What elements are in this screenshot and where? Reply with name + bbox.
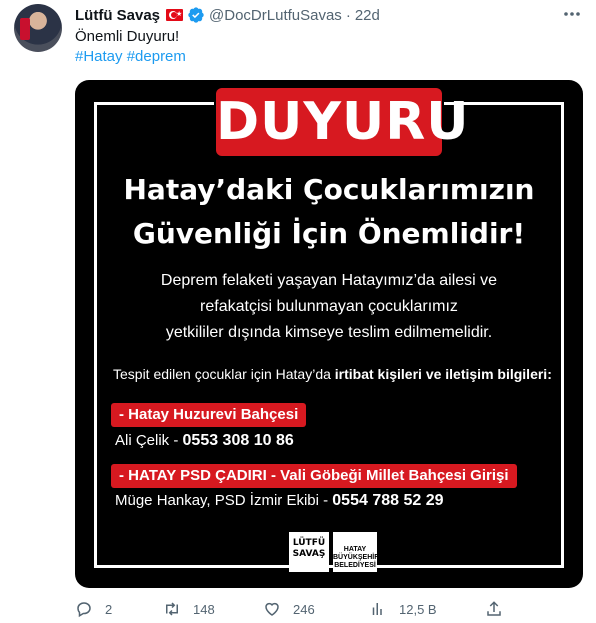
timestamp[interactable]: 22d: [355, 7, 380, 24]
like-button[interactable]: 246: [263, 600, 315, 618]
view-count: 12,5 B: [399, 601, 437, 617]
retweet-count: 148: [193, 601, 215, 617]
verified-badge-icon: [188, 7, 204, 23]
contact-intro: Tespit edilen çocuklar için Hatay’da irt…: [113, 366, 552, 382]
like-count: 246: [293, 601, 315, 617]
action-bar: 2 148 246 12,5 B: [75, 598, 505, 620]
tweet-body: Önemli Duyuru!: [75, 28, 180, 45]
paragraph-line-2: refakatçisi bulunmayan çocuklarımız: [200, 298, 458, 315]
location-2-label: - HATAY PSD ÇADIRI - Vali Göbeği Millet …: [111, 464, 517, 488]
hatay-municipality-logo: HATAY BÜYÜKŞEHİR BELEDİYESİ: [333, 532, 379, 572]
views-icon: [372, 603, 382, 615]
tweet-image[interactable]: DUYURU Hatay’daki Çocuklarımızın Güvenli…: [75, 80, 583, 588]
hashtags[interactable]: #Hatay #deprem: [75, 47, 186, 67]
announcement-banner: DUYURU: [216, 88, 469, 156]
avatar[interactable]: [14, 4, 62, 52]
author-name[interactable]: Lütfü Savaş: [75, 7, 160, 24]
heart-icon: [265, 602, 279, 616]
heading-line-2: Güvenliği İçin Önemlidir!: [132, 217, 526, 250]
turkey-flag-icon: ★: [166, 9, 184, 21]
contact-1: Ali Çelik - 0553 308 10 86: [115, 432, 294, 449]
heading-line-1: Hatay’daki Çocuklarımızın: [123, 173, 535, 206]
tweet-header: Lütfü Savaş ★ @DocDrLutfuSavas · 22d: [75, 5, 380, 25]
share-button[interactable]: [485, 600, 515, 618]
paragraph-line-1: Deprem felaketi yaşayan Hatayımız’da ail…: [160, 272, 498, 289]
location-1-label: - Hatay Huzurevi Bahçesi: [111, 403, 307, 427]
share-icon: [487, 601, 501, 616]
retweet-button[interactable]: 148: [163, 600, 215, 618]
lutfu-savas-logo: LÜTFÜ SAVAŞ: [289, 532, 329, 572]
reply-count: 2: [105, 601, 113, 617]
reply-icon: [77, 602, 91, 618]
tweet-text: Önemli Duyuru! #Hatay #deprem: [75, 27, 186, 67]
more-icon[interactable]: [562, 6, 582, 22]
separator: ·: [345, 6, 351, 24]
retweet-icon: [166, 602, 178, 616]
paragraph-line-3: yetkililer dışında kimseye teslim edilme…: [165, 324, 493, 341]
views-button[interactable]: 12,5 B: [369, 600, 437, 618]
tweet[interactable]: Lütfü Savaş ★ @DocDrLutfuSavas · 22d Öne…: [0, 0, 596, 623]
logos: LÜTFÜ SAVAŞ HATAY BÜYÜKŞEHİR BELEDİYESİ: [289, 532, 379, 572]
author-handle[interactable]: @DocDrLutfuSavas: [209, 7, 342, 24]
contact-2: Müge Hankay, PSD İzmir Ekibi - 0554 788 …: [115, 492, 444, 509]
reply-button[interactable]: 2: [75, 600, 112, 618]
